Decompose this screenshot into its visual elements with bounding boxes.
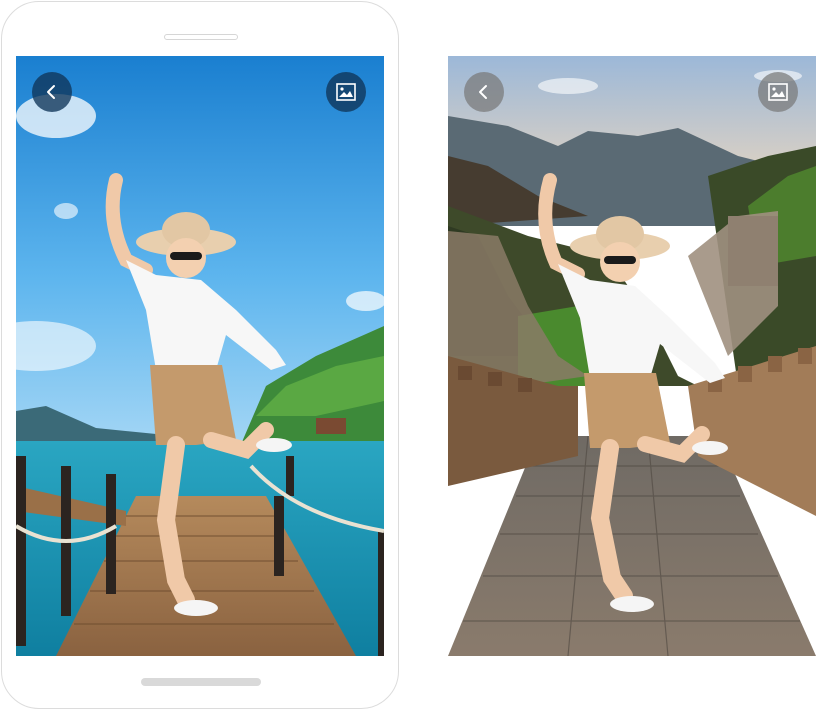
subject-cutout-right bbox=[538, 173, 728, 612]
chevron-left-icon bbox=[44, 84, 60, 100]
chevron-left-icon bbox=[476, 84, 492, 100]
image-gallery-icon bbox=[768, 83, 788, 101]
back-button[interactable] bbox=[464, 72, 504, 112]
subject-cutout-left bbox=[105, 173, 292, 616]
back-button[interactable] bbox=[32, 72, 72, 112]
image-gallery-icon bbox=[336, 83, 356, 101]
gallery-button[interactable] bbox=[758, 72, 798, 112]
phone-home-indicator bbox=[141, 678, 261, 686]
gallery-button[interactable] bbox=[326, 72, 366, 112]
phone-speaker bbox=[164, 34, 238, 40]
